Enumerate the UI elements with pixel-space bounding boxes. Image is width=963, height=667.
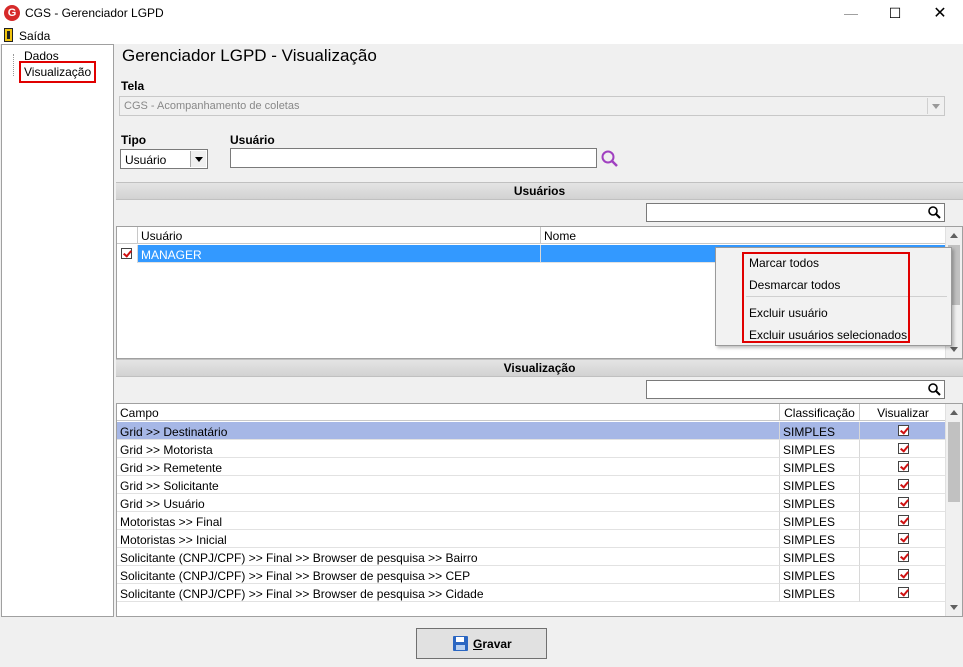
- scroll-down-icon[interactable]: [950, 347, 958, 352]
- tela-select-value: CGS - Acompanhamento de coletas: [124, 100, 300, 112]
- minimize-button[interactable]: —: [828, 0, 874, 27]
- visualizar-checkbox[interactable]: [898, 461, 909, 472]
- table-row-visualizar[interactable]: [860, 512, 947, 530]
- visualizar-checkbox[interactable]: [898, 569, 909, 580]
- table-row-visualizar[interactable]: [860, 530, 947, 548]
- table-row-campo[interactable]: Grid >> Motorista: [117, 440, 780, 458]
- table-row-classificacao[interactable]: SIMPLES: [780, 440, 860, 458]
- row-checkbox[interactable]: [121, 248, 132, 259]
- column-header-usuario[interactable]: Usuário: [138, 227, 541, 244]
- scroll-down-icon[interactable]: [950, 605, 958, 610]
- save-button[interactable]: Gravar: [416, 628, 547, 659]
- visualizar-checkbox[interactable]: [898, 497, 909, 508]
- search-icon[interactable]: [927, 205, 942, 220]
- table-row-visualizar[interactable]: [860, 566, 947, 584]
- table-row-classificacao[interactable]: SIMPLES: [780, 566, 860, 584]
- table-row-campo[interactable]: Grid >> Usuário: [117, 494, 780, 512]
- save-label-rest: ravar: [482, 637, 512, 651]
- tipo-label: Tipo: [121, 133, 147, 147]
- page-title: Gerenciador LGPD - Visualização: [122, 46, 377, 65]
- visualizar-checkbox[interactable]: [898, 551, 909, 562]
- tree-connector: [13, 54, 14, 76]
- row-checkbox-cell: [117, 245, 138, 263]
- visualizar-checkbox[interactable]: [898, 425, 909, 436]
- visualizar-checkbox[interactable]: [898, 443, 909, 454]
- chevron-down-icon[interactable]: [190, 151, 206, 167]
- tree-item-visualizacao[interactable]: Visualização: [19, 61, 97, 83]
- table-row-visualizar[interactable]: [860, 440, 947, 458]
- visualizacao-filter-input[interactable]: [646, 380, 945, 399]
- table-row-campo[interactable]: Grid >> Destinatário: [117, 422, 780, 440]
- tela-label: Tela: [121, 79, 145, 93]
- search-icon[interactable]: [600, 149, 620, 169]
- table-row-campo[interactable]: Solicitante (CNPJ/CPF) >> Final >> Brows…: [117, 566, 780, 584]
- table-row-classificacao[interactable]: SIMPLES: [780, 548, 860, 566]
- column-header-check: [117, 227, 138, 244]
- table-row-classificacao[interactable]: SIMPLES: [780, 494, 860, 512]
- table-row-campo[interactable]: Solicitante (CNPJ/CPF) >> Final >> Brows…: [117, 548, 780, 566]
- table-row-visualizar[interactable]: [860, 584, 947, 602]
- table-row-usuario[interactable]: MANAGER: [138, 245, 541, 263]
- tipo-select-value: Usuário: [125, 153, 167, 167]
- table-row-classificacao[interactable]: SIMPLES: [780, 584, 860, 602]
- column-header-campo[interactable]: Campo: [117, 404, 780, 421]
- column-header-visualizar[interactable]: Visualizar: [860, 404, 947, 421]
- maximize-button[interactable]: ☐: [872, 0, 918, 27]
- usuario-label: Usuário: [230, 133, 275, 147]
- visualizar-checkbox[interactable]: [898, 533, 909, 544]
- table-row-classificacao[interactable]: SIMPLES: [780, 422, 860, 440]
- visualizar-checkbox[interactable]: [898, 587, 909, 598]
- table-row-visualizar[interactable]: [860, 494, 947, 512]
- table-row-classificacao[interactable]: SIMPLES: [780, 512, 860, 530]
- table-row-campo[interactable]: Motoristas >> Final: [117, 512, 780, 530]
- table-row-campo[interactable]: Motoristas >> Inicial: [117, 530, 780, 548]
- save-accelerator: G: [473, 637, 483, 651]
- chevron-down-icon[interactable]: [927, 98, 943, 114]
- visualizacao-grid[interactable]: Campo Classificação Visualizar Grid >> D…: [116, 403, 963, 617]
- menu-bar: Saída: [0, 27, 963, 44]
- search-icon[interactable]: [927, 382, 942, 397]
- visualizar-checkbox[interactable]: [898, 479, 909, 490]
- tela-select[interactable]: CGS - Acompanhamento de coletas: [119, 96, 945, 116]
- save-button-label: Gravar: [473, 637, 512, 651]
- visualizacao-scrollbar[interactable]: [945, 404, 962, 616]
- table-row-classificacao[interactable]: SIMPLES: [780, 530, 860, 548]
- scroll-up-icon[interactable]: [950, 410, 958, 415]
- navigation-tree: Dados Visualização: [1, 44, 114, 617]
- usuarios-section-header: Usuários: [116, 182, 963, 200]
- table-row-visualizar[interactable]: [860, 476, 947, 494]
- table-row-campo[interactable]: Grid >> Remetente: [117, 458, 780, 476]
- table-row-classificacao[interactable]: SIMPLES: [780, 476, 860, 494]
- tipo-select[interactable]: Usuário: [120, 149, 208, 169]
- title-bar: G CGS - Gerenciador LGPD — ☐ ✕: [0, 0, 963, 27]
- window-title: CGS - Gerenciador LGPD: [25, 6, 164, 20]
- app-logo-icon: G: [4, 5, 20, 21]
- close-button[interactable]: ✕: [917, 0, 963, 27]
- table-row-classificacao[interactable]: SIMPLES: [780, 458, 860, 476]
- scroll-thumb[interactable]: [948, 422, 960, 502]
- annotation-highlight-box: [742, 252, 910, 343]
- table-row-visualizar[interactable]: [860, 422, 947, 440]
- column-header-classificacao[interactable]: Classificação: [780, 404, 860, 421]
- table-row-campo[interactable]: Solicitante (CNPJ/CPF) >> Final >> Brows…: [117, 584, 780, 602]
- usuario-input[interactable]: [230, 148, 597, 168]
- table-row-visualizar[interactable]: [860, 548, 947, 566]
- table-row-visualizar[interactable]: [860, 458, 947, 476]
- column-header-nome[interactable]: Nome: [541, 227, 947, 244]
- floppy-disk-icon: [453, 636, 468, 651]
- usuarios-filter-input[interactable]: [646, 203, 945, 222]
- table-row-campo[interactable]: Grid >> Solicitante: [117, 476, 780, 494]
- visualizacao-section-header: Visualização: [116, 359, 963, 377]
- exit-door-icon[interactable]: [4, 28, 13, 42]
- menu-exit[interactable]: Saída: [19, 29, 50, 43]
- visualizar-checkbox[interactable]: [898, 515, 909, 526]
- scroll-up-icon[interactable]: [950, 233, 958, 238]
